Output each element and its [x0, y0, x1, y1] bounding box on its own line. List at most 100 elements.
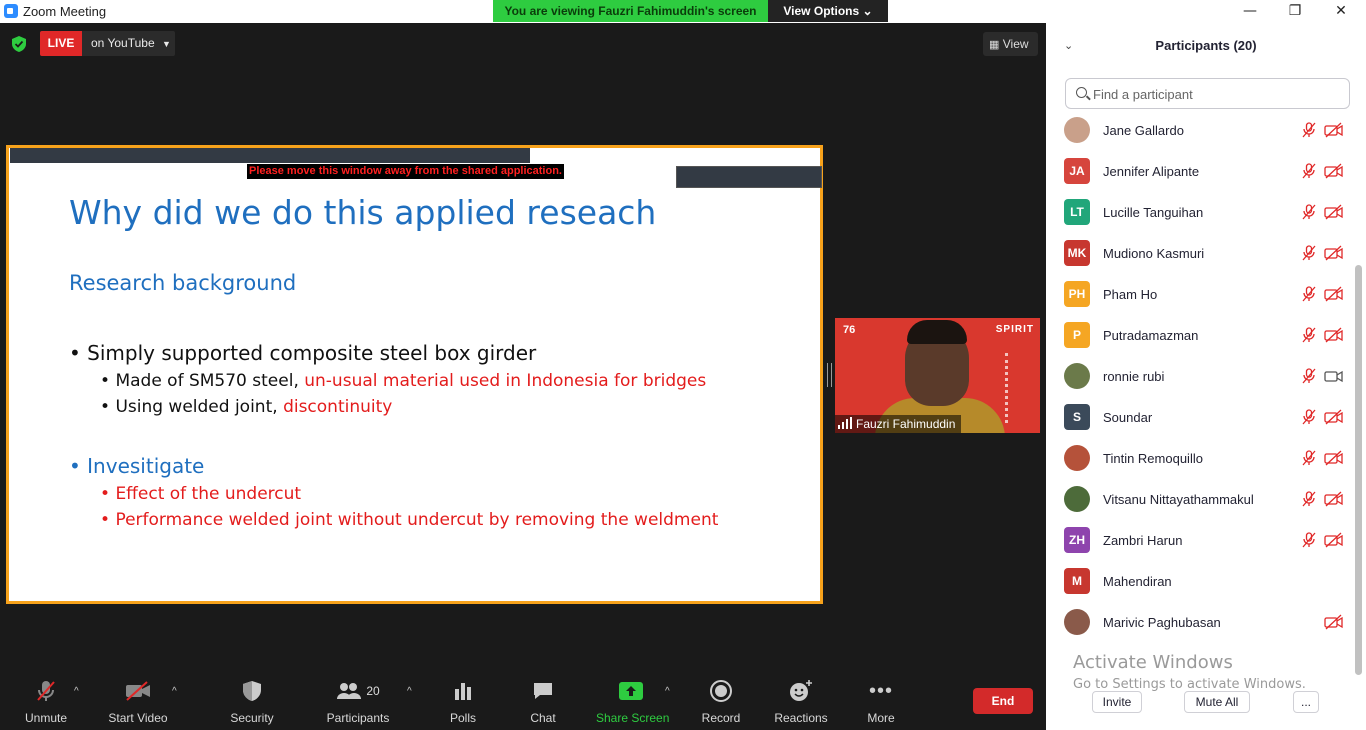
share-screen-button[interactable]: Share Screen: [596, 678, 669, 725]
view-options-button[interactable]: View Options ⌄: [768, 0, 888, 22]
audio-options-caret[interactable]: ^: [74, 686, 79, 697]
video-off-icon[interactable]: [1324, 532, 1343, 548]
participant-row[interactable]: S Soundar: [1046, 397, 1356, 438]
live-destination-dropdown[interactable]: on YouTube ▼: [82, 31, 175, 56]
participants-count: 20: [366, 684, 380, 698]
microphone-muted-icon[interactable]: [1301, 491, 1317, 507]
grid-icon: ▦: [989, 39, 1000, 51]
unmute-button[interactable]: Unmute: [20, 678, 72, 725]
close-button[interactable]: ✕: [1318, 1, 1364, 21]
participants-icon: [337, 683, 362, 699]
participant-row[interactable]: Marivic Paghubasan: [1046, 602, 1356, 643]
chevron-down-icon: ⌄: [862, 4, 873, 18]
slide-highlight: un-usual material used in Indonesia for …: [304, 371, 707, 391]
zoom-app-icon: [4, 4, 18, 18]
shared-screen[interactable]: Please move this window away from the sh…: [6, 145, 823, 604]
participant-search[interactable]: [1065, 78, 1350, 109]
participant-row[interactable]: M Mahendiran: [1046, 561, 1356, 602]
avatar: PH: [1064, 281, 1090, 307]
video-off-icon[interactable]: [1324, 409, 1343, 425]
video-off-icon[interactable]: [1324, 327, 1343, 343]
avatar: [1064, 445, 1090, 471]
window-title: Zoom Meeting: [23, 4, 107, 19]
live-badge[interactable]: LIVE: [40, 31, 82, 56]
restore-button[interactable]: ❐: [1272, 1, 1318, 21]
microphone-muted-icon[interactable]: [1301, 286, 1317, 302]
slide-sub-bullet: • Performance welded joint without under…: [100, 510, 719, 530]
activate-windows-watermark: Activate Windows: [1073, 652, 1233, 673]
microphone-muted-icon[interactable]: [1301, 450, 1317, 466]
slide-sub-bullet: • Effect of the undercut: [100, 484, 302, 504]
microphone-muted-icon[interactable]: [1301, 532, 1317, 548]
participant-name: Pham Ho: [1103, 287, 1158, 302]
microphone-muted-icon[interactable]: [1301, 245, 1317, 261]
video-off-icon[interactable]: [1324, 122, 1343, 138]
panel-more-button[interactable]: ...: [1293, 691, 1319, 713]
video-off-icon[interactable]: [1324, 204, 1343, 220]
start-video-button[interactable]: Start Video: [106, 678, 170, 725]
microphone-muted-icon[interactable]: [1301, 368, 1317, 384]
participant-name: Jane Gallardo: [1103, 123, 1184, 138]
participant-row[interactable]: P Putradamazman: [1046, 315, 1356, 356]
participant-row[interactable]: LT Lucille Tanguihan: [1046, 192, 1356, 233]
panel-scrollbar[interactable]: [1355, 265, 1362, 675]
splitter-handle[interactable]: [827, 363, 832, 387]
video-off-icon[interactable]: [1324, 614, 1343, 630]
video-off-icon[interactable]: [1324, 286, 1343, 302]
reactions-button[interactable]: Reactions: [772, 678, 830, 725]
avatar: [1064, 486, 1090, 512]
meeting-toolbar: Unmute ^ Start Video ^ Security 20 Parti…: [0, 670, 1046, 730]
participant-row[interactable]: ZH Zambri Harun: [1046, 520, 1356, 561]
polls-button[interactable]: Polls: [444, 678, 482, 725]
record-icon: [710, 680, 732, 702]
event-logo: 76: [843, 324, 856, 336]
participant-row[interactable]: PH Pham Ho: [1046, 274, 1356, 315]
slide-highlight: discontinuity: [283, 397, 393, 417]
unmute-label: Unmute: [24, 711, 68, 725]
participant-row[interactable]: MK Mudiono Kasmuri: [1046, 233, 1356, 274]
video-off-icon[interactable]: [1324, 245, 1343, 261]
minimize-button[interactable]: —: [1227, 1, 1273, 21]
shared-window-titlebar: [10, 148, 530, 163]
video-options-caret[interactable]: ^: [172, 686, 177, 697]
mute-all-button[interactable]: Mute All: [1184, 691, 1250, 713]
microphone-muted-icon[interactable]: [1301, 204, 1317, 220]
slide-title: Why did we do this applied reseach: [69, 193, 657, 232]
invite-button[interactable]: Invite: [1092, 691, 1142, 713]
video-off-icon: [126, 681, 150, 701]
participant-row[interactable]: Vitsanu Nittayathammakul: [1046, 479, 1356, 520]
end-meeting-button[interactable]: End: [973, 688, 1033, 714]
security-button[interactable]: Security: [228, 678, 276, 725]
participant-row[interactable]: Tintin Remoquillo: [1046, 438, 1356, 479]
microphone-muted-icon[interactable]: [1301, 122, 1317, 138]
shield-check-icon[interactable]: [12, 36, 26, 52]
chat-button[interactable]: Chat: [524, 678, 562, 725]
reactions-label: Reactions: [774, 711, 828, 725]
slide-text: Effect of the undercut: [115, 484, 302, 504]
record-button[interactable]: Record: [700, 678, 742, 725]
more-button[interactable]: ••• More: [862, 678, 900, 726]
participant-row[interactable]: ronnie rubi: [1046, 356, 1356, 397]
microphone-muted-icon[interactable]: [1301, 163, 1317, 179]
microphone-muted-icon[interactable]: [1301, 327, 1317, 343]
share-options-caret[interactable]: ^: [665, 686, 670, 697]
microphone-muted-icon: [37, 681, 55, 701]
speaker-video-tile[interactable]: 76 SPIRIT Fauzri Fahimuddin: [835, 318, 1040, 433]
participant-name: Zambri Harun: [1103, 533, 1183, 548]
participants-options-caret[interactable]: ^: [407, 686, 412, 697]
view-button[interactable]: ▦ View: [983, 32, 1038, 56]
video-on-icon[interactable]: [1324, 368, 1343, 384]
participant-row[interactable]: JA Jennifer Alipante: [1046, 151, 1356, 192]
participant-row[interactable]: Jane Gallardo: [1046, 110, 1356, 151]
microphone-muted-icon[interactable]: [1301, 409, 1317, 425]
video-off-icon[interactable]: [1324, 163, 1343, 179]
share-screen-icon: [619, 682, 643, 700]
participants-panel: ⌄ Participants (20) Jane GallardoJAJenni…: [1046, 23, 1366, 730]
reactions-icon: [790, 680, 812, 701]
video-off-icon[interactable]: [1324, 450, 1343, 466]
viewing-banner: You are viewing Fauzri Fahimuddin's scre…: [493, 0, 768, 22]
participants-button[interactable]: 20 Participants: [324, 678, 392, 725]
speaker-name-label: Fauzri Fahimuddin: [835, 415, 962, 433]
video-off-icon[interactable]: [1324, 491, 1343, 507]
search-input[interactable]: [1093, 85, 1343, 103]
